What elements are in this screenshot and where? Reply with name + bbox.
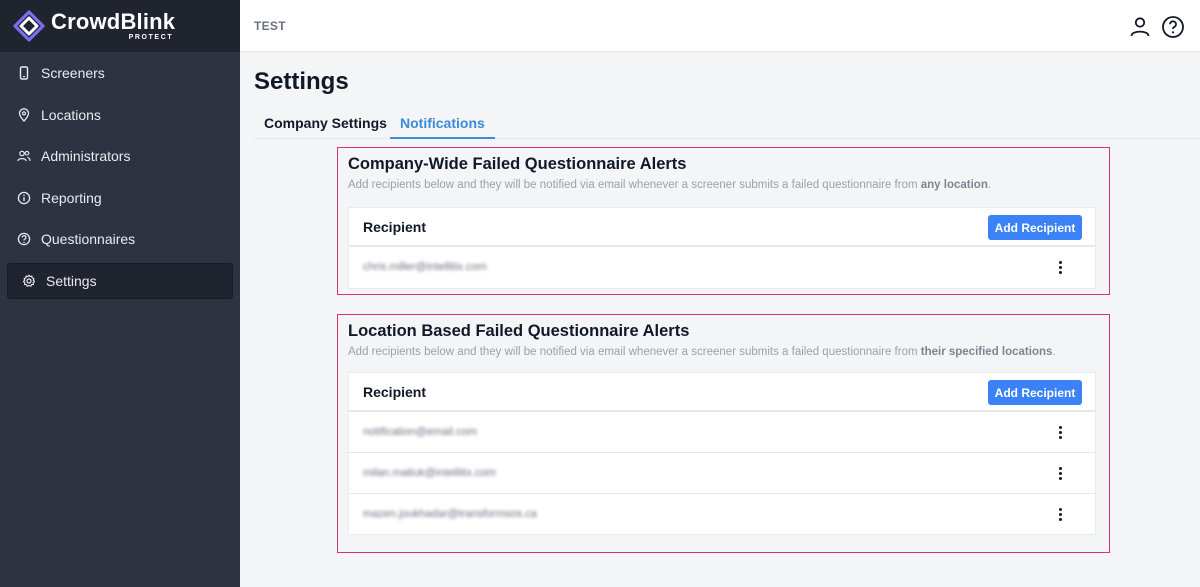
description-end: . [1052,346,1056,358]
brand-name: CrowdBlink [51,9,176,34]
brand-subtitle: PROTECT [128,34,174,41]
table-header: Recipient Add Recipient [349,373,1095,412]
top-bar: TEST [240,0,1200,52]
user-icon[interactable] [1128,15,1152,39]
description-text: Add recipients below and they will be no… [348,179,921,191]
question-icon [17,232,31,246]
table-row: chris.miller@intellitix.com [349,247,1095,288]
description-end: . [987,179,992,191]
page-title: Settings [254,68,349,95]
gear-icon [22,274,36,288]
sidebar-item-reporting[interactable]: Reporting [7,180,233,216]
sidebar-item-label: Reporting [41,189,102,206]
add-recipient-button[interactable]: Add Recipient [988,215,1082,240]
description-emphasis: their specified locations [920,346,1053,358]
sidebar-item-label: Screeners [41,65,105,81]
table-header: Recipient Add Recipient [349,208,1095,247]
recipient-column-header: Recipient [363,219,427,235]
brand-header[interactable]: CrowdBlink PROTECT [0,0,240,52]
organization-name: TEST [254,19,286,33]
recipient-email: chris.miller@intellitix.com [363,261,487,273]
recipient-table: Recipient Add Recipient chris.miller@int… [348,207,1096,289]
table-row: notification@email.com [349,412,1095,453]
sidebar-item-label: Locations [41,106,101,123]
description-emphasis: any location [920,179,988,191]
section-description: Add recipients below and they will be no… [348,179,991,191]
users-icon [17,149,31,163]
phone-icon [17,66,31,80]
info-icon [17,191,31,205]
more-options-icon[interactable] [1055,465,1065,481]
help-icon[interactable] [1161,15,1185,39]
settings-tabs: Company Settings Notifications [254,112,1200,139]
sidebar-item-administrators[interactable]: Administrators [7,138,233,174]
recipient-email: notification@email.com [363,426,477,438]
section-description: Add recipients below and they will be no… [348,346,1056,358]
table-row: mazen.joukhadar@transformsos.ca [349,494,1095,535]
add-recipient-button[interactable]: Add Recipient [988,380,1082,405]
more-options-icon[interactable] [1055,259,1065,275]
tab-notifications[interactable]: Notifications [390,112,495,139]
section-title: Location Based Failed Questionnaire Aler… [348,322,690,340]
sidebar-item-questionnaires[interactable]: Questionnaires [7,221,233,257]
sidebar-item-label: Questionnaires [41,231,136,248]
sidebar: CrowdBlink PROTECT Screeners Locations A… [0,0,240,587]
more-options-icon[interactable] [1055,424,1065,440]
crowdblink-logo-icon [13,10,45,42]
recipient-email: mazen.joukhadar@transformsos.ca [363,508,537,520]
tab-company-settings[interactable]: Company Settings [254,112,397,139]
description-text: Add recipients below and they will be no… [348,346,921,358]
recipient-table: Recipient Add Recipient notification@ema… [348,372,1096,535]
sidebar-item-label: Administrators [41,148,131,165]
map-pin-icon [17,107,31,122]
sidebar-item-screeners[interactable]: Screeners [7,55,233,91]
sidebar-nav: Screeners Locations Administrators Repor… [0,55,240,299]
recipient-column-header: Recipient [363,384,427,400]
more-options-icon[interactable] [1055,506,1065,522]
sidebar-item-label: Settings [46,272,97,289]
location-based-alerts-section: Location Based Failed Questionnaire Aler… [337,314,1110,553]
section-title: Company-Wide Failed Questionnaire Alerts [348,155,687,173]
sidebar-item-settings[interactable]: Settings [7,262,233,299]
table-row: milan.matiuk@intellitix.com [349,453,1095,494]
recipient-email: milan.matiuk@intellitix.com [363,467,496,479]
sidebar-item-locations[interactable]: Locations [7,97,233,133]
company-wide-alerts-section: Company-Wide Failed Questionnaire Alerts… [337,147,1110,295]
